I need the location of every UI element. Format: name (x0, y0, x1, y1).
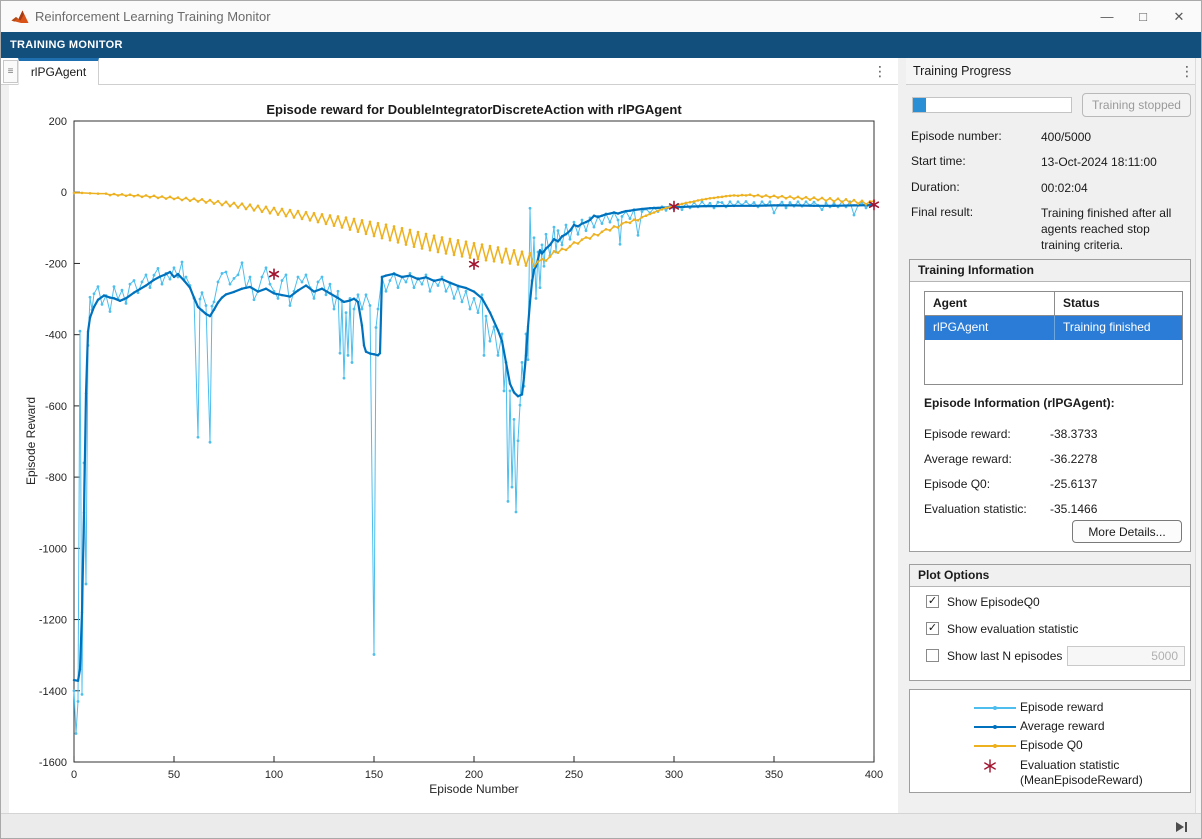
legend-entry-label: Average reward (1020, 719, 1105, 734)
svg-text:-400: -400 (45, 330, 67, 342)
titlebar: Reinforcement Learning Training Monitor … (1, 1, 1201, 32)
app-window: Reinforcement Learning Training Monitor … (0, 0, 1202, 839)
document-tab-strip: ≡ rlPGAgent ⋮ (1, 58, 898, 85)
show-episodeq0-checkbox[interactable]: ✓ (926, 595, 939, 608)
tab-strip-menu-icon[interactable]: ⋮ (871, 59, 889, 83)
show-episodeq0-label: Show EpisodeQ0 (947, 595, 1040, 609)
svg-text:200: 200 (49, 116, 67, 128)
episode-reward-label: Episode reward: (924, 427, 1011, 441)
chart-title: Episode reward for DoubleIntegratorDiscr… (74, 102, 874, 117)
svg-text:-1600: -1600 (39, 757, 67, 769)
svg-text:150: 150 (365, 769, 383, 781)
start-time-value: 13-Oct-2024 18:11:00 (1041, 154, 1191, 170)
chart-legend-panel: Episode reward Average reward Episode Q0 Ev… (909, 689, 1191, 793)
show-evaluation-statistic-label: Show evaluation statistic (947, 622, 1078, 636)
training-progress-header: Training Progress ⋮ (906, 58, 1195, 85)
show-last-n-episodes-label: Show last N episodes (947, 649, 1062, 663)
svg-text:-600: -600 (45, 401, 67, 413)
legend-marker-dot (993, 744, 997, 748)
final-result-value: Training finished after all agents reach… (1041, 205, 1191, 253)
svg-text:0: 0 (61, 187, 67, 199)
legend-marker-dot (993, 706, 997, 710)
svg-text:100: 100 (265, 769, 283, 781)
chart-xlabel: Episode Number (74, 782, 874, 796)
status-bar (1, 813, 1201, 839)
legend-entry-label: Episode Q0 (1020, 738, 1083, 753)
close-button[interactable]: ✕ (1161, 1, 1197, 32)
duration-value: 00:02:04 (1041, 180, 1191, 196)
legend-entry: Episode Q0 (910, 736, 1190, 755)
chart-ylabel: Episode Reward (24, 341, 38, 541)
legend-line-swatch (974, 726, 1016, 728)
legend-entry-label: Evaluation statistic(MeanEpisodeReward) (1020, 758, 1143, 788)
svg-text:-1200: -1200 (39, 615, 67, 627)
last-n-episodes-input[interactable] (1067, 646, 1185, 666)
column-header-status: Status (1055, 292, 1182, 315)
agent-status-table[interactable]: Agent Status rlPGAgent Training finished (924, 291, 1183, 385)
tab-rlpgagent[interactable]: rlPGAgent (18, 58, 99, 85)
agent-cell: rlPGAgent (925, 316, 1055, 340)
maximize-button[interactable]: □ (1125, 1, 1161, 32)
svg-text:250: 250 (565, 769, 583, 781)
legend-entry: Average reward (910, 717, 1190, 736)
ribbon-tab-training-monitor[interactable]: TRAINING MONITOR (1, 32, 1201, 58)
svg-text:200: 200 (465, 769, 483, 781)
episode-information-title: Episode Information (rlPGAgent): (924, 396, 1115, 410)
final-result-label: Final result: (911, 205, 973, 219)
svg-text:-800: -800 (45, 472, 67, 484)
training-stopped-button[interactable]: Training stopped (1082, 93, 1191, 117)
episode-number-value: 400/5000 (1041, 129, 1191, 145)
average-reward-value: -36.2278 (1050, 452, 1097, 466)
toolstrip-ribbon: TRAINING MONITOR (1, 32, 1201, 58)
svg-text:-200: -200 (45, 258, 67, 270)
average-reward-label: Average reward: (924, 452, 1012, 466)
plot-options-title: Plot Options (910, 565, 1190, 587)
panel-splitter[interactable] (898, 85, 906, 813)
episode-reward-chart: 0 50 100 150 200 250 300 350 400 200 0 -200 -400 -600… (9, 85, 898, 813)
expand-panel-icon[interactable] (1174, 820, 1189, 834)
svg-text:300: 300 (665, 769, 683, 781)
svg-text:-1000: -1000 (39, 543, 67, 555)
more-details-button[interactable]: More Details... (1072, 520, 1182, 543)
training-progress-menu-icon[interactable]: ⋮ (1178, 59, 1196, 83)
training-progress-title: Training Progress (906, 58, 1195, 84)
episode-reward-value: -38.3733 (1050, 427, 1097, 441)
figure-area: 0 50 100 150 200 250 300 350 400 200 0 -200 -400 -600… (9, 85, 898, 813)
episode-q0-value: -25.6137 (1050, 477, 1097, 491)
episode-number-label: Episode number: (911, 129, 1002, 143)
progress-fill (913, 98, 926, 112)
training-information-title: Training Information (910, 260, 1190, 282)
legend-line-swatch (974, 745, 1016, 747)
matlab-logo-icon (11, 9, 29, 25)
right-edge-strip (1195, 58, 1202, 813)
duration-label: Duration: (911, 180, 960, 194)
column-header-agent: Agent (925, 292, 1055, 315)
minimize-button[interactable]: — (1089, 1, 1125, 32)
legend-asterisk-icon (982, 758, 998, 774)
legend-entry: Episode reward (910, 698, 1190, 717)
evaluation-statistic-value: -35.1466 (1050, 502, 1097, 516)
training-progress-bar (912, 97, 1072, 113)
training-information-panel: Training Information Agent Status rlPGAg… (909, 259, 1191, 552)
svg-text:50: 50 (168, 769, 180, 781)
window-title: Reinforcement Learning Training Monitor (35, 1, 271, 32)
show-last-n-episodes-checkbox[interactable] (926, 649, 939, 662)
svg-text:0: 0 (71, 769, 77, 781)
episode-q0-label: Episode Q0: (924, 477, 990, 491)
table-header-row: Agent Status (925, 292, 1182, 316)
svg-text:400: 400 (865, 769, 883, 781)
show-evaluation-statistic-checkbox[interactable]: ✓ (926, 622, 939, 635)
plot-options-panel: Plot Options ✓ Show EpisodeQ0 ✓ Show eva… (909, 564, 1191, 681)
evaluation-statistic-label: Evaluation statistic: (924, 502, 1027, 516)
legend-marker-dot (993, 725, 997, 729)
status-cell: Training finished (1055, 316, 1182, 340)
start-time-label: Start time: (911, 154, 966, 168)
svg-text:350: 350 (765, 769, 783, 781)
table-row[interactable]: rlPGAgent Training finished (925, 316, 1182, 340)
legend-entry-label: Episode reward (1020, 700, 1103, 715)
svg-text:-1400: -1400 (39, 686, 67, 698)
tab-grip-icon[interactable]: ≡ (3, 60, 18, 83)
legend-entry: Evaluation statistic(MeanEpisodeReward) (910, 756, 1190, 775)
legend-line-swatch (974, 707, 1016, 709)
